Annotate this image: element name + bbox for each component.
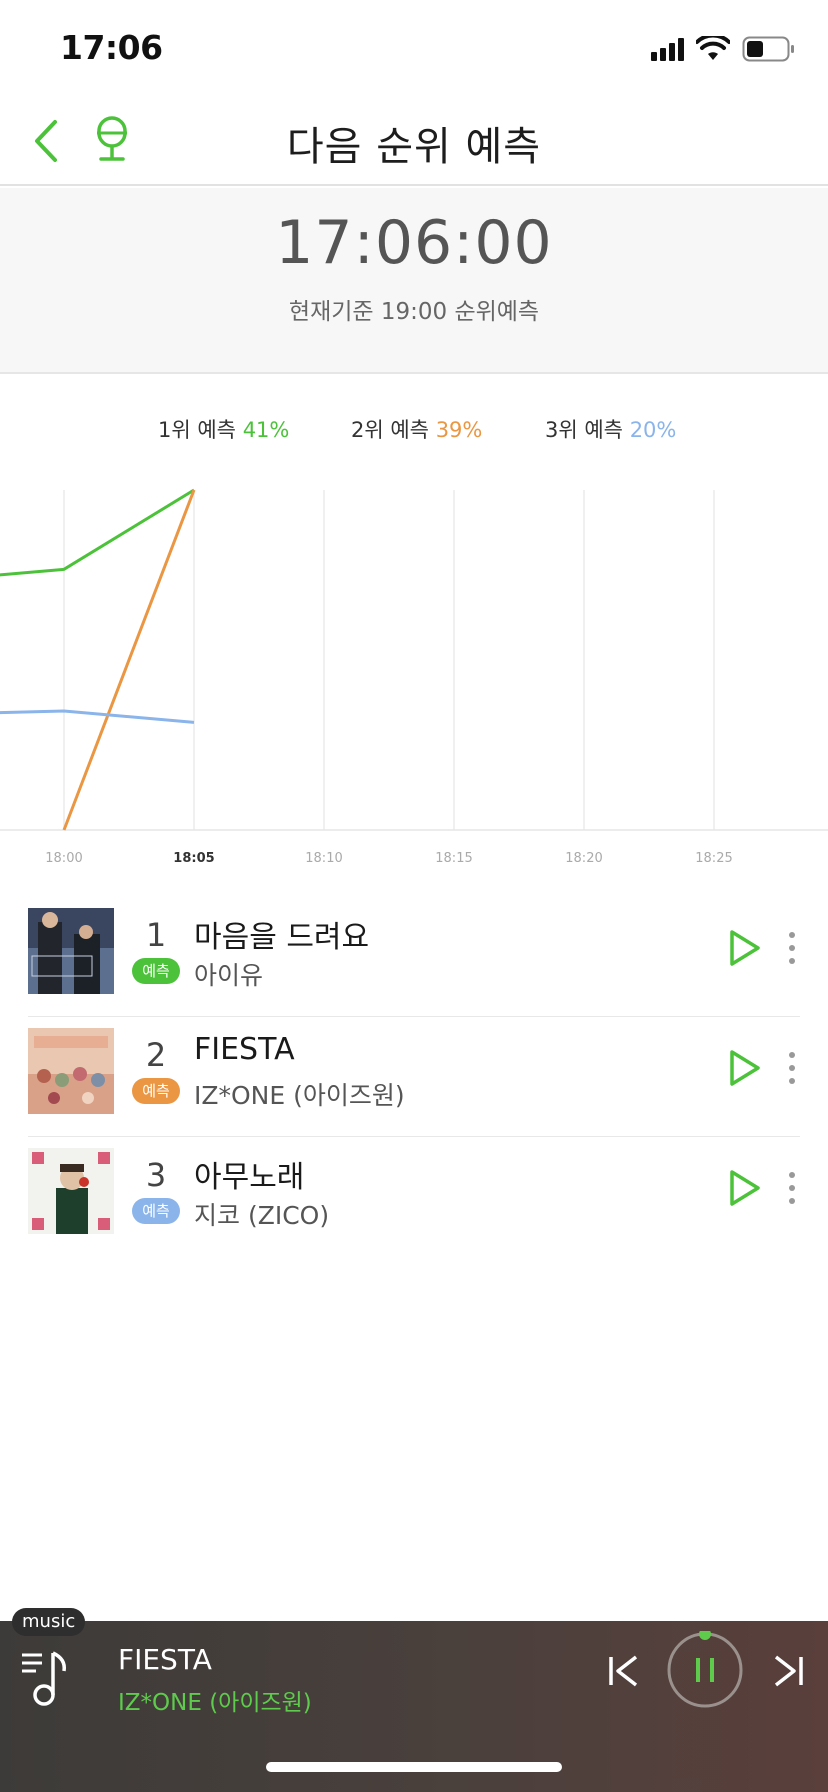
track-row[interactable]: 3 예측 아무노래 지코 (ZICO): [0, 1136, 828, 1256]
legend-label: 2위 예측: [351, 418, 429, 442]
pause-icon: [667, 1628, 743, 1708]
legend-label: 3위 예측: [545, 418, 623, 442]
play-button[interactable]: [726, 928, 762, 968]
wifi-icon: [696, 36, 730, 60]
play-icon: [730, 1170, 760, 1206]
status-time: 17:06: [60, 28, 163, 67]
status-bar: 17:06: [0, 0, 828, 96]
legend-item-3: 3위 예측 20%: [545, 414, 676, 444]
chart-tick-label: 18:00: [45, 851, 82, 866]
prediction-badge: 예측: [132, 958, 180, 984]
legend-pct: 41%: [242, 418, 290, 442]
legend-label: 1위 예측: [158, 418, 236, 442]
chart-tick-label: 18:20: [565, 851, 602, 866]
next-icon: [774, 1655, 803, 1687]
play-button[interactable]: [726, 1048, 762, 1088]
legend-item-1: 1위 예측 41%: [158, 414, 289, 444]
signal-icon: [651, 37, 684, 61]
track-rank: 3: [145, 1156, 167, 1194]
album-art[interactable]: [28, 1148, 114, 1234]
chart-svg: 18:00 18:05 18:10 18:15 18:20 18:25: [0, 488, 828, 866]
chart-tick-label: 18:15: [435, 851, 472, 866]
track-row[interactable]: 1 예측 마음을 드려요 아이유: [0, 896, 828, 1016]
prediction-chart: 18:00 18:05 18:10 18:15 18:20 18:25: [0, 470, 828, 870]
track-artist[interactable]: IZ*ONE (아이즈원): [194, 1076, 405, 1112]
album-art-image: [28, 1148, 114, 1234]
previous-button[interactable]: [606, 1651, 642, 1691]
track-rank: 1: [145, 916, 167, 954]
play-icon: [730, 1050, 760, 1086]
more-options-button[interactable]: [780, 1046, 804, 1090]
track-row[interactable]: 2 예측 FIESTA IZ*ONE (아이즈원): [0, 1016, 828, 1136]
pause-button[interactable]: [666, 1628, 744, 1709]
chart-series-line-2: [62, 489, 196, 831]
status-icons: [651, 36, 796, 62]
play-icon: [730, 930, 760, 966]
now-playing-title[interactable]: FIESTA: [118, 1643, 212, 1676]
album-art-image: [28, 908, 114, 994]
more-options-button[interactable]: [780, 926, 804, 970]
album-art-image: [28, 1028, 114, 1114]
playlist-button[interactable]: [20, 1647, 80, 1709]
album-art[interactable]: [28, 1028, 114, 1114]
play-button[interactable]: [726, 1168, 762, 1208]
current-time: 17:06:00: [275, 208, 553, 278]
track-list: 1 예측 마음을 드려요 아이유 2 예측 FIESTA IZ*ONE (아이즈…: [0, 896, 828, 1256]
legend-pct: 39%: [435, 418, 483, 442]
legend-pct: 20%: [629, 418, 677, 442]
previous-icon: [609, 1655, 638, 1687]
nav-bar: 다음 순위 예측: [0, 96, 828, 186]
album-art[interactable]: [28, 908, 114, 994]
page-title: 다음 순위 예측: [286, 124, 542, 170]
chart-tick-label: 18:05: [173, 851, 214, 866]
track-rank: 2: [145, 1036, 167, 1074]
now-playing-artist[interactable]: IZ*ONE (아이즈원): [118, 1683, 312, 1717]
chart-legend: 1위 예측 41% 2위 예측 39% 3위 예측 20%: [0, 414, 828, 444]
track-artist[interactable]: 지코 (ZICO): [194, 1196, 329, 1232]
next-button[interactable]: [770, 1651, 806, 1691]
prediction-badge: 예측: [132, 1078, 180, 1104]
music-tab-tag[interactable]: music: [12, 1608, 86, 1636]
home-indicator: [266, 1762, 562, 1772]
track-title[interactable]: FIESTA: [194, 1032, 295, 1067]
clock-section: 17:06:00 현재기준 19:00 순위예측: [0, 188, 828, 374]
mini-player[interactable]: FIESTA IZ*ONE (아이즈원): [0, 1621, 828, 1792]
track-title[interactable]: 아무노래: [194, 1152, 304, 1196]
playlist-icon: [22, 1651, 67, 1706]
battery-icon: [742, 36, 794, 62]
prediction-badge: 예측: [132, 1198, 180, 1224]
track-title[interactable]: 마음을 드려요: [194, 912, 369, 956]
legend-item-2: 2위 예측 39%: [351, 414, 482, 444]
chart-series-line-3: [0, 709, 195, 724]
prediction-basis: 현재기준 19:00 순위예측: [288, 299, 540, 325]
chart-tick-label: 18:25: [695, 851, 732, 866]
more-options-button[interactable]: [780, 1166, 804, 1210]
chart-tick-label: 18:10: [305, 851, 342, 866]
track-artist[interactable]: 아이유: [194, 956, 263, 992]
